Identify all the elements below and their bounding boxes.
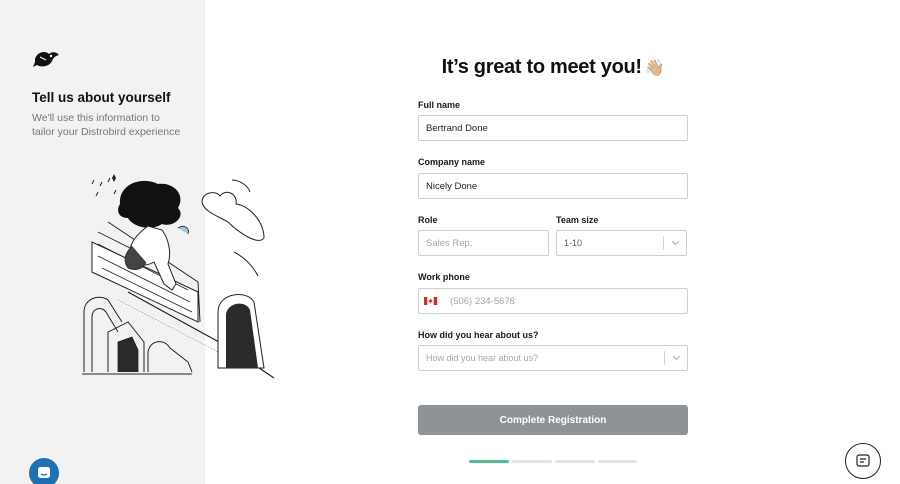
progress-step-1 bbox=[469, 460, 509, 463]
full-name-label: Full name bbox=[418, 100, 461, 110]
progress-step-3 bbox=[555, 460, 595, 463]
work-phone-label: Work phone bbox=[418, 272, 470, 282]
role-label: Role bbox=[418, 215, 438, 225]
bird-logo-icon bbox=[33, 51, 59, 67]
full-name-value: Bertrand Done bbox=[426, 122, 488, 134]
company-name-label: Company name bbox=[418, 157, 486, 167]
sidebar-title: Tell us about yourself bbox=[32, 90, 171, 105]
canada-flag-icon[interactable] bbox=[424, 297, 437, 305]
complete-registration-button[interactable]: Complete Registration bbox=[418, 405, 688, 435]
role-field[interactable]: Sales Rep. bbox=[418, 230, 549, 256]
chat-bubble-icon bbox=[38, 467, 50, 478]
sidebar-description: We'll use this information to tailor you… bbox=[32, 112, 181, 138]
referral-select[interactable]: How did you hear about us? bbox=[418, 345, 688, 371]
work-phone-placeholder: (506) 234-5678 bbox=[450, 295, 515, 307]
work-phone-field[interactable]: (506) 234-5678 bbox=[418, 288, 688, 314]
company-name-value: Nicely Done bbox=[426, 180, 478, 192]
referral-label: How did you hear about us? bbox=[418, 330, 539, 340]
page-title: It’s great to meet you! 👋🏼 bbox=[418, 56, 688, 79]
waving-hand-icon: 👋🏼 bbox=[644, 60, 665, 77]
full-name-field[interactable]: Bertrand Done bbox=[418, 115, 688, 141]
chevron-down-icon[interactable] bbox=[665, 355, 687, 361]
message-lines-icon bbox=[856, 454, 870, 467]
team-size-value: 1-10 bbox=[564, 238, 583, 248]
sidebar: Tell us about yourself We'll use this in… bbox=[0, 0, 275, 484]
help-chat-button[interactable] bbox=[845, 443, 881, 479]
chevron-down-icon[interactable] bbox=[664, 240, 686, 246]
referral-placeholder: How did you hear about us? bbox=[426, 353, 539, 363]
skateboarder-illustration bbox=[82, 174, 275, 379]
company-name-field[interactable]: Nicely Done bbox=[418, 173, 688, 199]
progress-step-4 bbox=[598, 460, 637, 463]
team-size-label: Team size bbox=[556, 215, 599, 225]
chat-launcher-button[interactable] bbox=[29, 458, 59, 484]
team-size-select[interactable]: 1-10 bbox=[556, 230, 687, 256]
progress-step-2 bbox=[512, 460, 552, 463]
role-placeholder: Sales Rep. bbox=[426, 237, 473, 249]
page-title-text: It’s great to meet you! bbox=[441, 56, 642, 78]
